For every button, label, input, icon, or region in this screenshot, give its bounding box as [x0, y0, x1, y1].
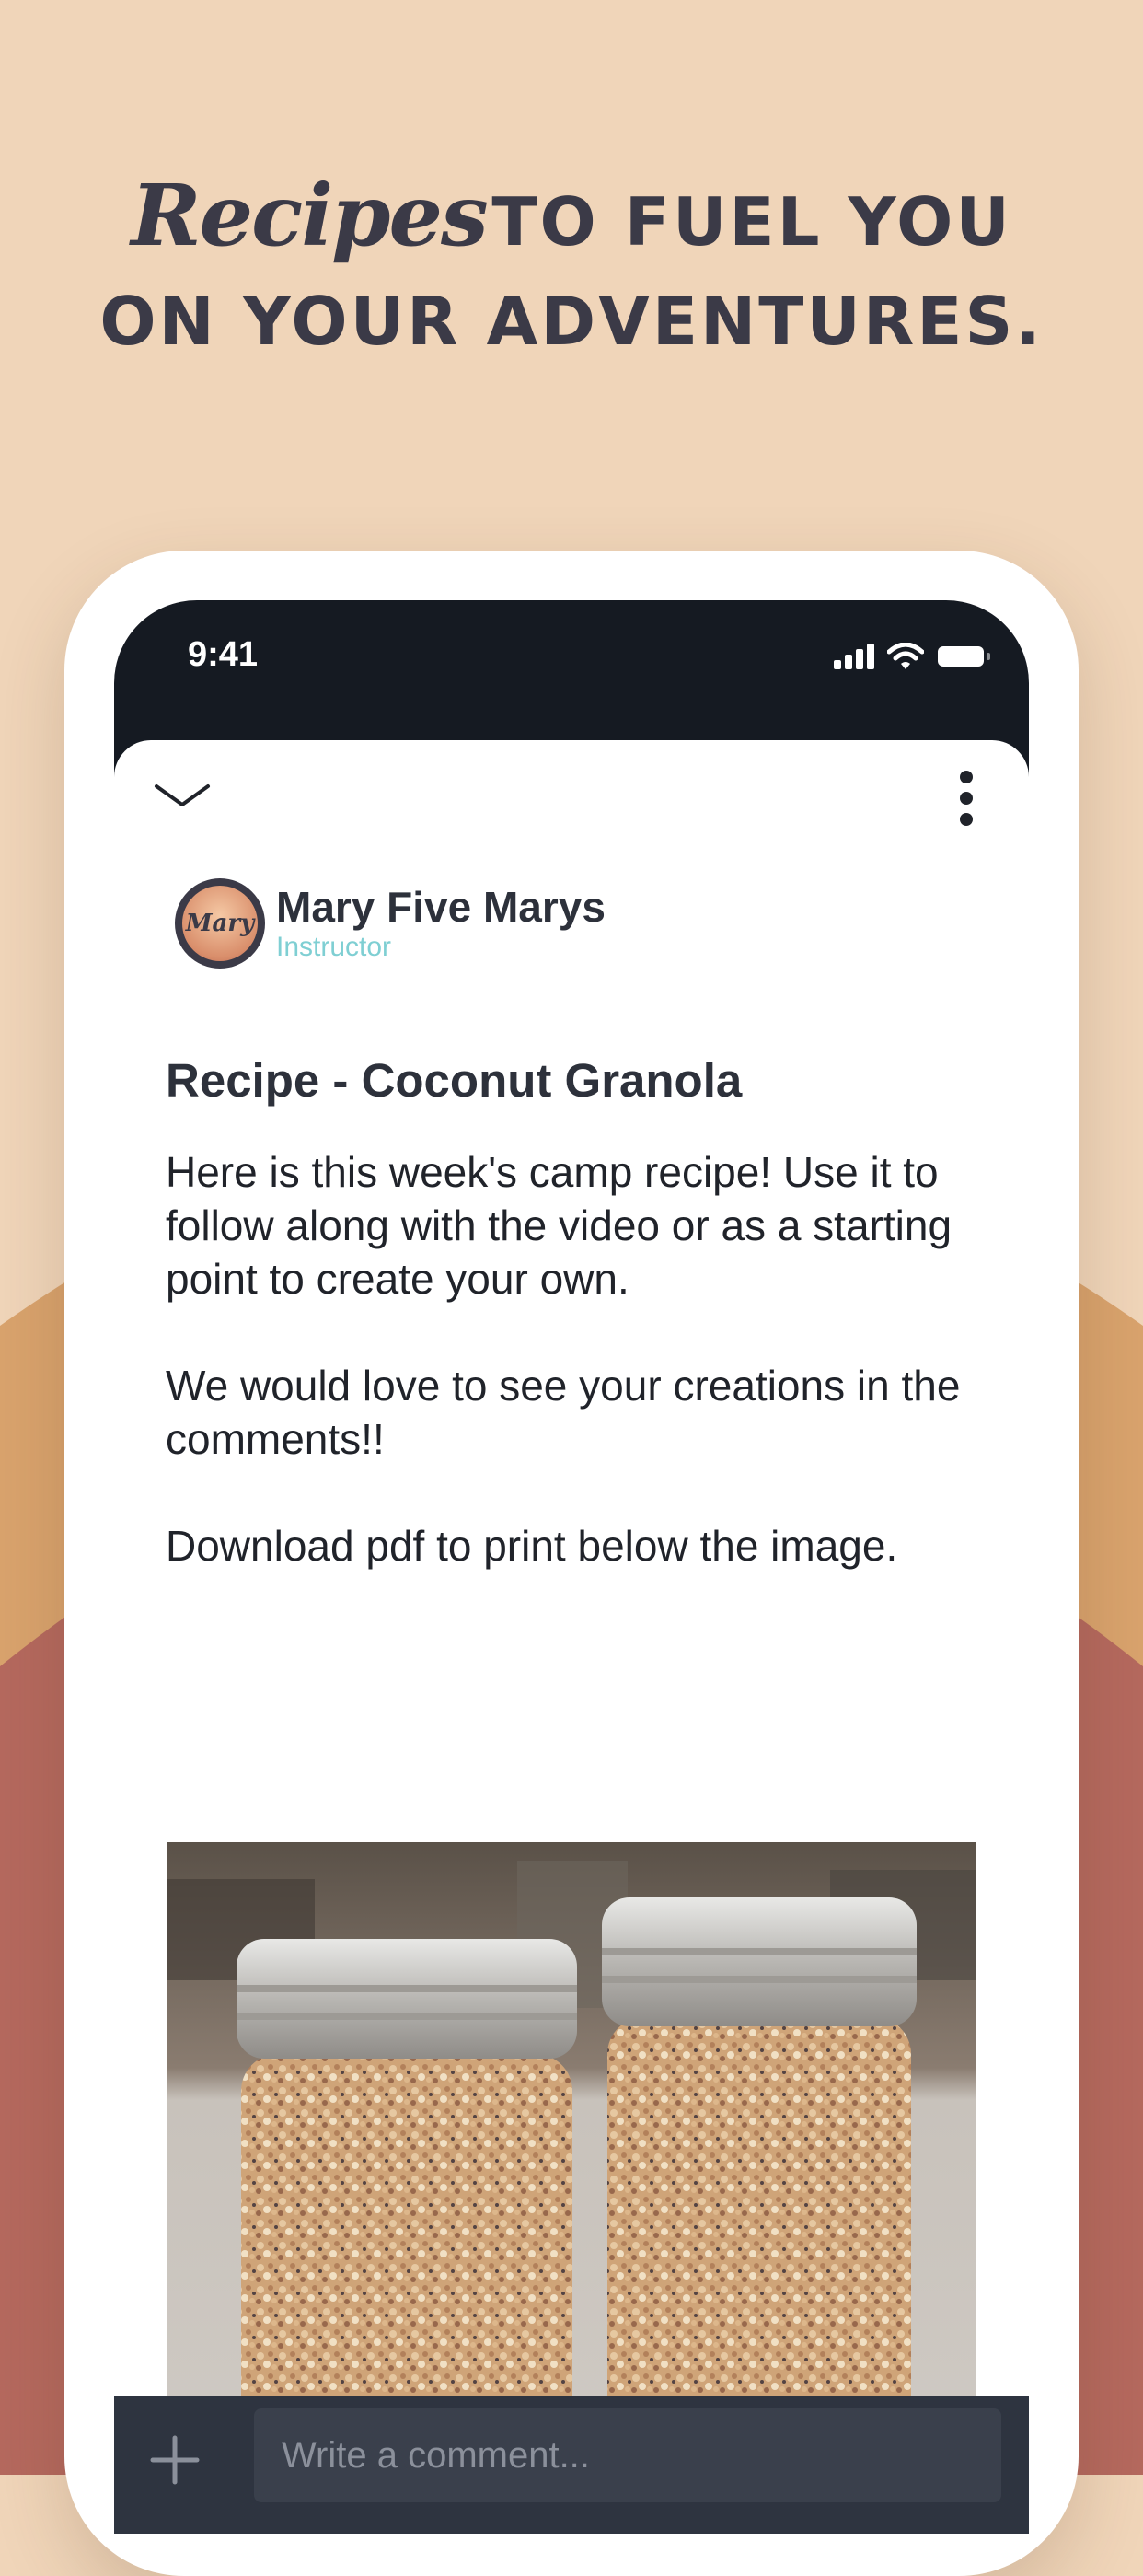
- post-view: Mary Mary Five Marys Instructor Recipe -…: [114, 740, 1029, 2534]
- comment-bar: [114, 2396, 1029, 2534]
- signal-icon: [834, 644, 874, 669]
- avatar[interactable]: Mary: [175, 878, 265, 969]
- avatar-logo: Mary: [182, 886, 258, 961]
- promo-headline: Recipes TO FUEL YOU ON YOUR ADVENTURES.: [0, 173, 1143, 362]
- plus-icon[interactable]: [149, 2434, 201, 2486]
- post-paragraph: Here is this week's camp recipe! Use it …: [166, 1148, 952, 1303]
- headline-script-word: Recipes: [131, 166, 489, 265]
- avatar-text: Mary: [185, 910, 255, 937]
- phone-screen: 9:41 Mary Mary Five Marys Instructor Rec…: [114, 600, 1029, 2534]
- author-block[interactable]: Mary Mary Five Marys Instructor: [175, 878, 606, 969]
- chevron-down-icon[interactable]: [153, 779, 212, 816]
- granola-jars-image[interactable]: [167, 1842, 976, 2487]
- author-text: Mary Five Marys Instructor: [276, 883, 606, 964]
- author-name[interactable]: Mary Five Marys: [276, 883, 606, 931]
- post-title: Recipe - Coconut Granola: [166, 1054, 743, 1107]
- notch: [350, 600, 793, 665]
- headline-line2: ON YOUR ADVENTURES.: [99, 283, 1044, 360]
- status-icons: [834, 643, 992, 670]
- more-vertical-icon[interactable]: [957, 770, 976, 827]
- comment-input[interactable]: [254, 2408, 1001, 2502]
- battery-icon: [938, 646, 990, 667]
- status-time: 9:41: [188, 635, 259, 674]
- author-role: Instructor: [276, 932, 392, 962]
- headline-line1: TO FUEL YOU: [491, 183, 1012, 261]
- post-paragraph: Download pdf to print below the image.: [166, 1522, 898, 1570]
- wifi-icon: [887, 643, 924, 669]
- post-body: Here is this week's camp recipe! Use it …: [166, 1145, 994, 1626]
- post-paragraph: We would love to see your creations in t…: [166, 1362, 961, 1463]
